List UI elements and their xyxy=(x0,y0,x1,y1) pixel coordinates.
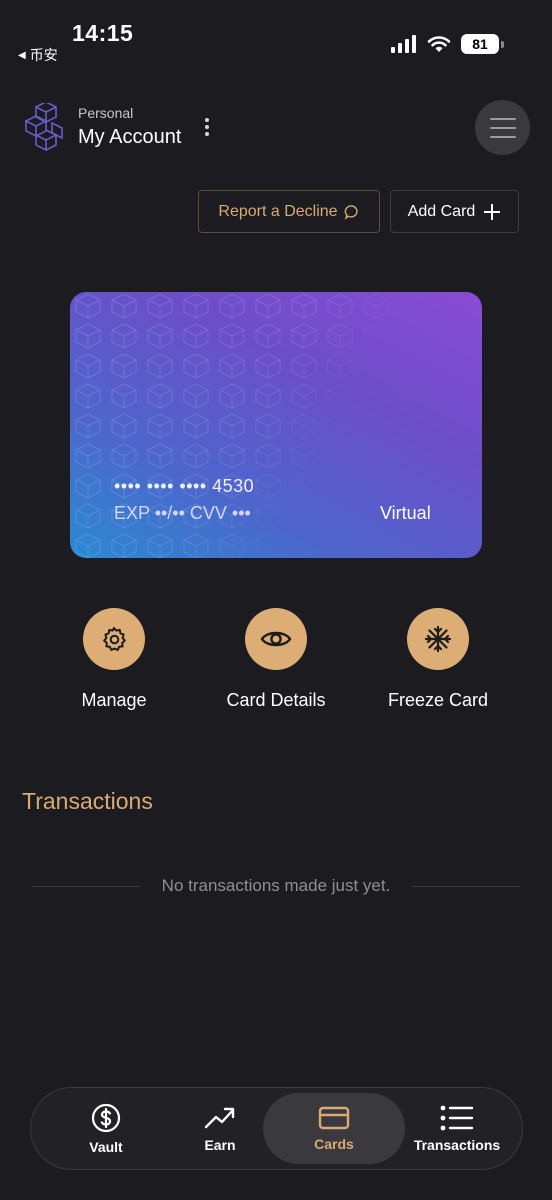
virtual-card[interactable]: •••• •••• •••• 4530 EXP ••/•• CVV ••• Vi… xyxy=(70,292,482,558)
add-card-label: Add Card xyxy=(407,202,476,220)
transactions-heading: Transactions xyxy=(22,788,153,814)
battery-tip xyxy=(501,40,504,48)
plus-icon xyxy=(484,203,501,220)
card-details-button[interactable]: Card Details xyxy=(196,608,356,711)
add-card-button[interactable]: Add Card xyxy=(390,190,519,233)
chat-bubble-icon xyxy=(344,204,358,220)
account-name[interactable]: My Account xyxy=(78,126,181,149)
gear-icon[interactable] xyxy=(83,608,145,670)
nav-label-earn: Earn xyxy=(204,1136,236,1153)
nav-item-transactions[interactable]: Transactions xyxy=(401,1088,513,1169)
signal-icon xyxy=(391,35,416,53)
report-decline-label: Report a Decline xyxy=(218,202,338,220)
trending-up-icon xyxy=(204,1107,235,1128)
account-header: Personal My Account xyxy=(0,95,552,165)
more-options-icon[interactable] xyxy=(200,115,214,139)
card-type-label: Virtual xyxy=(380,503,431,523)
account-type-label: Personal xyxy=(78,105,134,121)
nav-item-vault[interactable]: Vault xyxy=(51,1088,161,1169)
hamburger-menu-button[interactable] xyxy=(475,100,530,155)
manage-label: Manage xyxy=(81,690,147,710)
list-icon xyxy=(440,1105,474,1130)
dollar-circle-icon xyxy=(91,1103,121,1132)
wifi-icon xyxy=(427,36,451,52)
card-exp-cvv: EXP ••/•• CVV ••• xyxy=(114,503,251,523)
divider-left xyxy=(32,885,140,887)
back-arrow-icon: ◀ xyxy=(18,49,26,61)
manage-button[interactable]: Manage xyxy=(34,608,194,711)
divider-right xyxy=(412,885,521,887)
transactions-empty-state: No transactions made just yet. xyxy=(32,874,521,898)
nav-label-vault: Vault xyxy=(89,1138,123,1155)
card-number-masked: •••• •••• •••• 4530 xyxy=(114,476,255,496)
status-indicators: 81 xyxy=(391,34,504,54)
back-to-app-link[interactable]: ◀ 币安 xyxy=(18,45,58,65)
snowflake-icon[interactable] xyxy=(407,608,469,670)
card-icon xyxy=(318,1106,350,1129)
status-time: 14:15 xyxy=(72,20,134,46)
brand-logo-icon xyxy=(25,103,63,151)
nav-label-transactions: Transactions xyxy=(413,1136,501,1153)
back-app-label: 币安 xyxy=(29,47,58,63)
freeze-card-button[interactable]: Freeze Card xyxy=(358,608,518,711)
eye-icon[interactable] xyxy=(245,608,307,670)
status-bar: 14:15 ◀ 币安 81 xyxy=(0,0,552,70)
nav-item-cards[interactable]: Cards xyxy=(263,1093,405,1164)
nav-item-earn[interactable]: Earn xyxy=(165,1088,275,1169)
freeze-card-label: Freeze Card xyxy=(387,690,489,710)
card-actions: Manage Card Details Freeze Card xyxy=(0,608,552,718)
battery-icon: 81 xyxy=(461,34,499,54)
empty-transactions-text: No transactions made just yet. xyxy=(161,876,391,895)
nav-label-cards: Cards xyxy=(314,1135,354,1152)
card-details-label: Card Details xyxy=(226,690,326,710)
report-decline-button[interactable]: Report a Decline xyxy=(198,190,380,233)
bottom-nav: Vault Earn Cards Transactions xyxy=(30,1087,523,1170)
